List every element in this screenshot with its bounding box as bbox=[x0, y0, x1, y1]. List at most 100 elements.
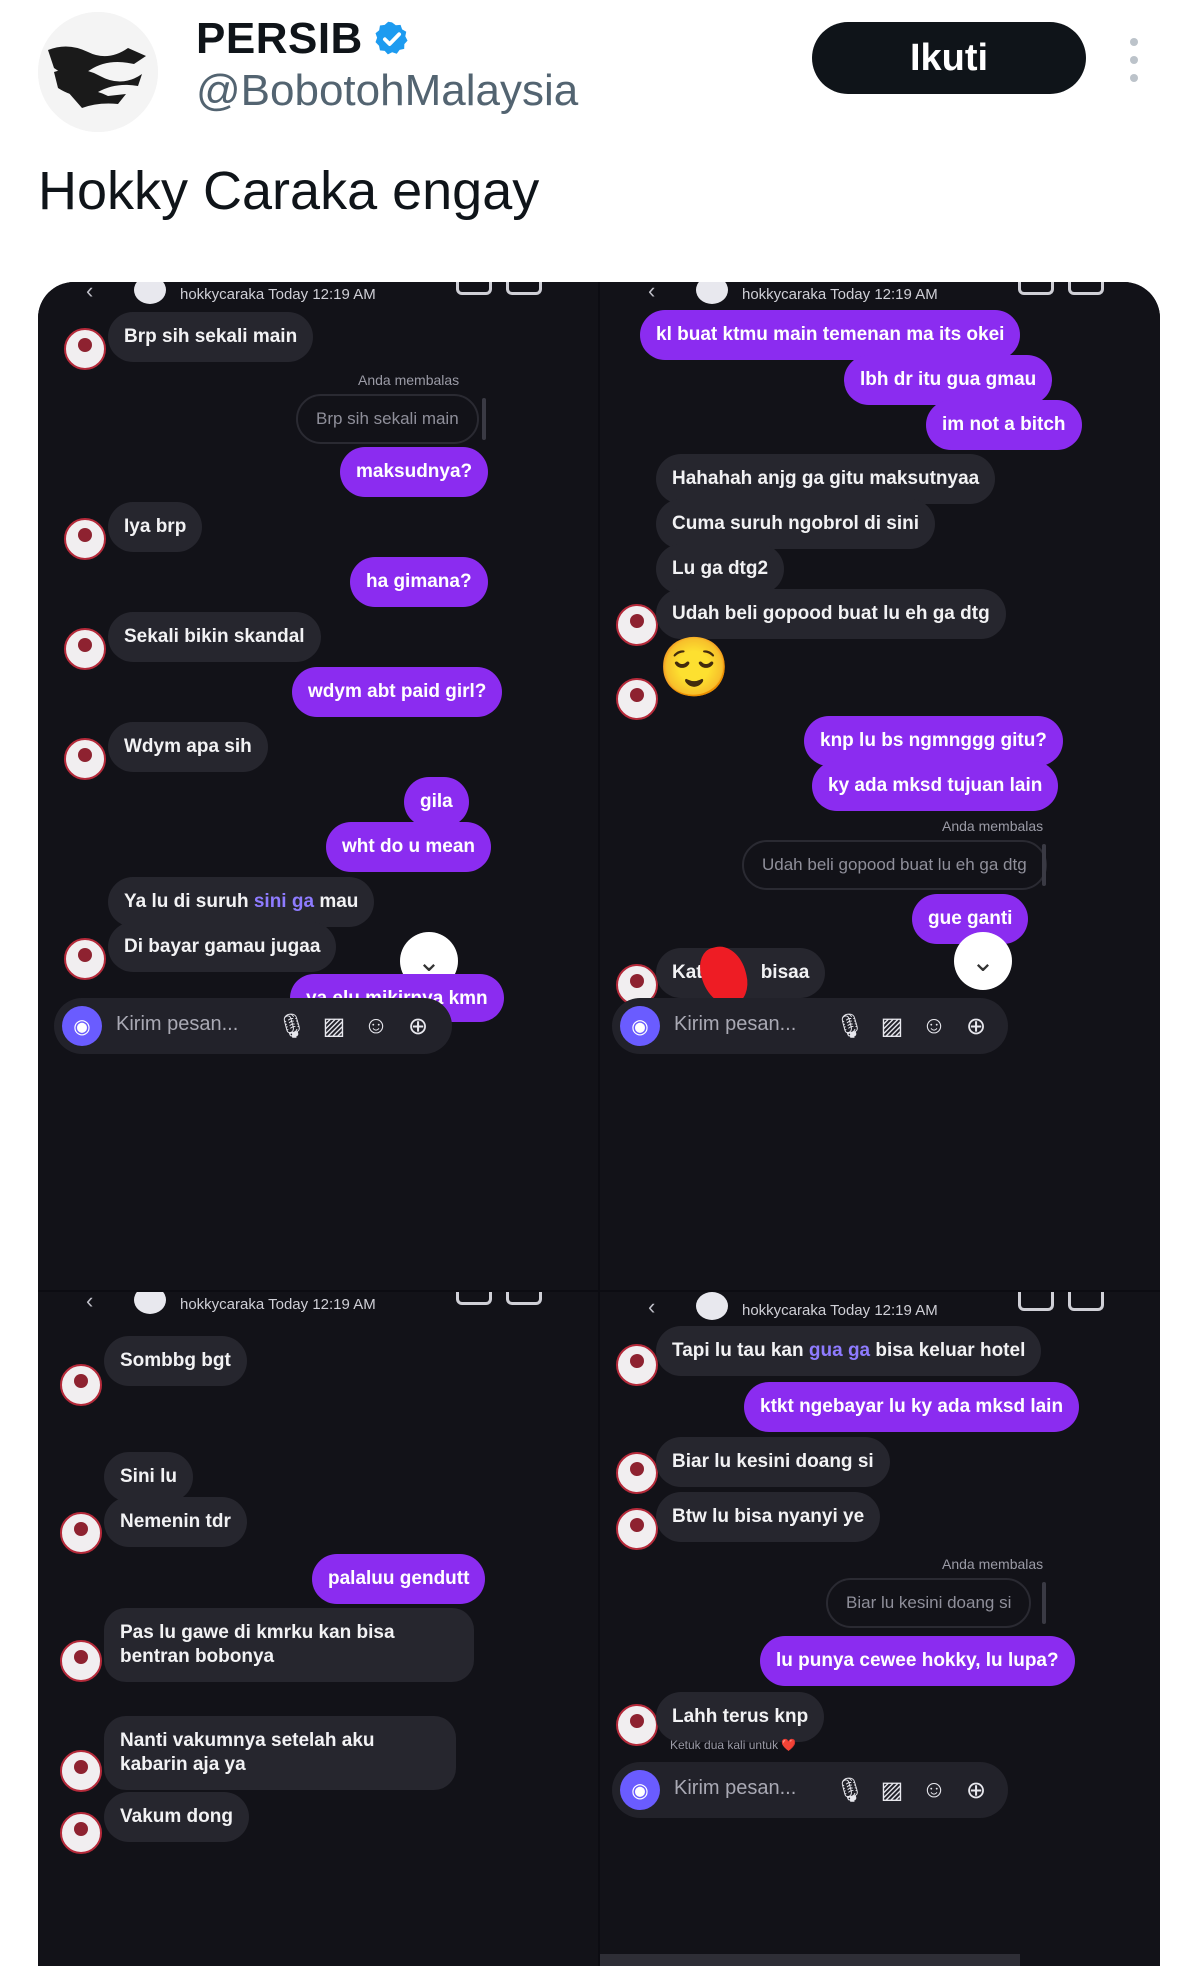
sender-avatar bbox=[64, 738, 106, 780]
chat-screenshot-2: ‹ hokkycaraka Today 12:19 AM kl buat ktm… bbox=[600, 282, 1160, 1290]
message-in[interactable]: Lahh terus knp bbox=[656, 1692, 825, 1742]
message-out[interactable]: wht do u mean bbox=[326, 822, 491, 872]
message-in[interactable]: Iya brp bbox=[108, 502, 203, 552]
image-icon[interactable]: ▨ bbox=[876, 1774, 908, 1806]
back-icon[interactable]: ‹ bbox=[86, 1292, 93, 1314]
sender-avatar bbox=[64, 938, 106, 980]
message-in[interactable]: Nemenin tdr bbox=[104, 1497, 247, 1547]
video-icon[interactable] bbox=[1068, 282, 1104, 295]
mic-icon[interactable]: 🎙 bbox=[834, 1010, 866, 1042]
message-input-bar[interactable]: ◉ Kirim pesan... 🎙 ▨ ☺ ⊕ bbox=[54, 998, 452, 1054]
reply-label: Anda membalas bbox=[942, 818, 1044, 834]
camera-icon[interactable]: ◉ bbox=[620, 1006, 660, 1046]
plus-icon[interactable]: ⊕ bbox=[402, 1010, 434, 1042]
message-in[interactable]: Tapi lu tau kan gua ga bisa keluar hotel bbox=[656, 1326, 1042, 1376]
image-icon[interactable]: ▨ bbox=[318, 1010, 350, 1042]
message-out[interactable]: gila bbox=[404, 777, 469, 827]
message-input[interactable]: Kirim pesan... bbox=[674, 1777, 796, 1800]
back-icon[interactable]: ‹ bbox=[648, 1294, 655, 1320]
message-in[interactable]: Ya lu di suruh sini ga mau bbox=[108, 877, 375, 927]
video-icon[interactable] bbox=[506, 282, 542, 295]
display-name[interactable]: PERSIB bbox=[196, 14, 363, 64]
camera-icon[interactable]: ◉ bbox=[62, 1006, 102, 1046]
mic-icon[interactable]: 🎙 bbox=[834, 1774, 866, 1806]
camera-icon[interactable]: ◉ bbox=[620, 1770, 660, 1810]
sender-avatar bbox=[60, 1512, 102, 1554]
message-out[interactable]: ky ada mksd tujuan lain bbox=[812, 761, 1059, 811]
video-icon[interactable] bbox=[506, 1292, 542, 1305]
sticker-icon[interactable]: ☺ bbox=[918, 1774, 950, 1806]
sender-avatar bbox=[616, 1508, 658, 1550]
message-out[interactable]: lbh dr itu gua gmau bbox=[844, 355, 1053, 405]
message-in[interactable]: Nanti vakumnya setelah aku kabarin aja y… bbox=[104, 1716, 456, 1790]
chat-avatar[interactable] bbox=[134, 1292, 166, 1314]
avatar-logo bbox=[38, 12, 158, 132]
message-in[interactable]: Brp sih sekali main bbox=[108, 312, 314, 362]
reply-label: Anda membalas bbox=[942, 1556, 1044, 1572]
call-icon[interactable] bbox=[1018, 282, 1054, 295]
chat-username[interactable]: hokkycaraka Today 12:19 AM bbox=[180, 286, 376, 303]
message-out[interactable]: ktkt ngebayar lu ky ada mksd lain bbox=[744, 1382, 1080, 1432]
chat-username[interactable]: hokkycaraka Today 12:19 AM bbox=[742, 1302, 938, 1319]
message-in[interactable]: Lu ga dtg2 bbox=[656, 544, 785, 594]
call-icon[interactable] bbox=[456, 282, 492, 295]
chat-username[interactable]: hokkycaraka Today 12:19 AM bbox=[742, 286, 938, 303]
verified-badge-icon bbox=[375, 21, 408, 55]
message-out[interactable]: lu punya cewee hokky, lu lupa? bbox=[760, 1636, 1075, 1686]
user-handle[interactable]: @BobotohMalaysia bbox=[196, 66, 578, 116]
mic-icon[interactable]: 🎙 bbox=[276, 1010, 308, 1042]
profile-avatar[interactable] bbox=[38, 12, 158, 132]
tweet-media[interactable]: ‹ hokkycaraka Today 12:19 AM Brp sih sek… bbox=[38, 282, 1160, 1966]
follow-button[interactable]: Ikuti bbox=[812, 22, 1086, 94]
message-out[interactable]: kl buat ktmu main temenan ma its okei bbox=[640, 310, 1021, 360]
plus-icon[interactable]: ⊕ bbox=[960, 1010, 992, 1042]
scroll-down-icon[interactable]: ⌄ bbox=[954, 932, 1012, 990]
message-out[interactable]: maksudnya? bbox=[340, 447, 489, 497]
chat-header: ‹ hokkycaraka Today 12:19 AM bbox=[600, 1292, 1160, 1320]
chat-avatar[interactable] bbox=[134, 282, 166, 304]
message-in[interactable]: Hahahah anjg ga gitu maksutnyaa bbox=[656, 454, 996, 504]
message-input-bar[interactable]: ◉ Kirim pesan... 🎙 ▨ ☺ ⊕ bbox=[612, 998, 1008, 1054]
chat-avatar[interactable] bbox=[696, 282, 728, 304]
sender-avatar bbox=[616, 1704, 658, 1746]
back-icon[interactable]: ‹ bbox=[648, 282, 655, 304]
sticker-icon[interactable]: ☺ bbox=[360, 1010, 392, 1042]
reply-bar bbox=[1042, 1582, 1046, 1624]
back-icon[interactable]: ‹ bbox=[86, 282, 93, 304]
message-out[interactable]: wdym abt paid girl? bbox=[292, 667, 503, 717]
message-in[interactable]: Vakum dong bbox=[104, 1792, 249, 1842]
chat-username[interactable]: hokkycaraka Today 12:19 AM bbox=[180, 1296, 376, 1313]
message-in[interactable]: Cuma suruh ngobrol di sini bbox=[656, 499, 935, 549]
emoji-message[interactable]: 😌 bbox=[658, 634, 730, 702]
message-in[interactable]: Btw lu bisa nyanyi ye bbox=[656, 1492, 881, 1542]
message-out[interactable]: palaluu gendutt bbox=[312, 1554, 486, 1604]
message-in[interactable]: Pas lu gawe di kmrku kan bisa bentran bo… bbox=[104, 1608, 474, 1682]
more-options-icon[interactable] bbox=[1126, 38, 1142, 82]
message-out[interactable]: im not a bitch bbox=[926, 400, 1082, 450]
sender-avatar bbox=[60, 1364, 102, 1406]
reply-label: Anda membalas bbox=[358, 372, 460, 388]
keyboard-edge bbox=[600, 1954, 1020, 1966]
call-icon[interactable] bbox=[456, 1292, 492, 1305]
video-icon[interactable] bbox=[1068, 1292, 1104, 1311]
message-in[interactable]: Wdym apa sih bbox=[108, 722, 268, 772]
chat-avatar[interactable] bbox=[696, 1292, 728, 1320]
message-in[interactable]: Biar lu kesini doang si bbox=[656, 1437, 890, 1487]
message-in[interactable]: Sini lu bbox=[104, 1452, 193, 1502]
plus-icon[interactable]: ⊕ bbox=[960, 1774, 992, 1806]
message-input-bar[interactable]: ◉ Kirim pesan... 🎙 ▨ ☺ ⊕ bbox=[612, 1762, 1008, 1818]
sender-avatar bbox=[64, 518, 106, 560]
message-in[interactable]: Di bayar gamau jugaa bbox=[108, 922, 337, 972]
message-input[interactable]: Kirim pesan... bbox=[674, 1013, 796, 1036]
message-in[interactable]: Sekali bikin skandal bbox=[108, 612, 321, 662]
image-icon[interactable]: ▨ bbox=[876, 1010, 908, 1042]
message-input[interactable]: Kirim pesan... bbox=[116, 1013, 238, 1036]
call-icon[interactable] bbox=[1018, 1292, 1054, 1311]
sender-avatar bbox=[60, 1750, 102, 1792]
message-in[interactable]: Sombbg bgt bbox=[104, 1336, 247, 1386]
message-out[interactable]: knp lu bs ngmnggg gitu? bbox=[804, 716, 1063, 766]
message-in[interactable]: Udah beli gopood buat lu eh ga dtg bbox=[656, 589, 1006, 639]
sticker-icon[interactable]: ☺ bbox=[918, 1010, 950, 1042]
message-out[interactable]: ha gimana? bbox=[350, 557, 488, 607]
reply-bar bbox=[482, 398, 486, 440]
